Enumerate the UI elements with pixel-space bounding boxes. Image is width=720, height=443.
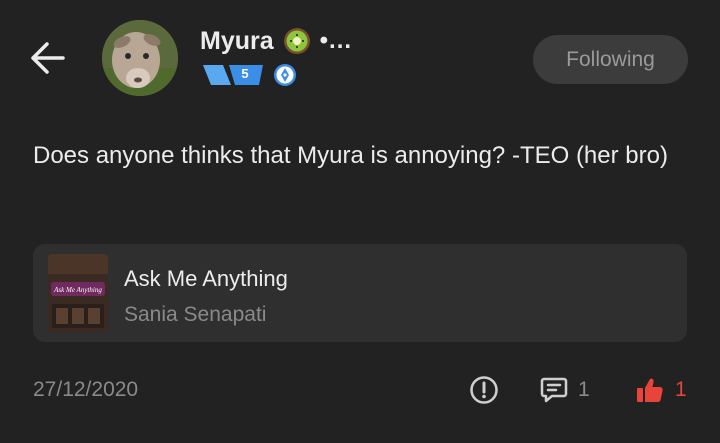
card-title: Ask Me Anything	[124, 266, 288, 291]
post-date: 27/12/2020	[33, 378, 139, 401]
badge-row: 5	[203, 62, 297, 88]
comment-button[interactable]: 1	[540, 374, 590, 406]
back-button[interactable]	[28, 38, 68, 78]
kiwi-icon	[283, 28, 310, 54]
comment-count: 1	[578, 378, 590, 401]
level-number: 5	[241, 66, 249, 81]
level-badge: 5	[203, 64, 263, 86]
card-thumbnail: Ask Me Anything	[48, 254, 108, 332]
username[interactable]: Myura	[200, 27, 274, 56]
leader-badge-icon	[274, 64, 296, 86]
card-author: Sania Senapati	[124, 303, 267, 326]
thumbs-up-icon	[637, 378, 663, 402]
linked-chat-card[interactable]: Ask Me Anything Ask Me Anything Sania Se…	[33, 244, 687, 342]
comment-icon	[540, 377, 568, 403]
following-button[interactable]: Following	[533, 35, 688, 84]
avatar[interactable]	[102, 20, 178, 96]
like-count: 1	[675, 378, 687, 401]
thumb-text: Ask Me Anything	[53, 286, 102, 294]
back-arrow-icon	[31, 42, 65, 74]
card-thumbnail-image: Ask Me Anything	[48, 254, 108, 332]
like-button[interactable]: 1	[635, 374, 687, 406]
report-icon	[470, 376, 498, 404]
post-text: Does anyone thinks that Myura is annoyin…	[33, 142, 668, 169]
username-row: Myura •...	[200, 24, 352, 58]
more-indicator: •...	[319, 27, 353, 54]
report-button[interactable]	[468, 374, 500, 406]
avatar-image	[102, 20, 178, 96]
